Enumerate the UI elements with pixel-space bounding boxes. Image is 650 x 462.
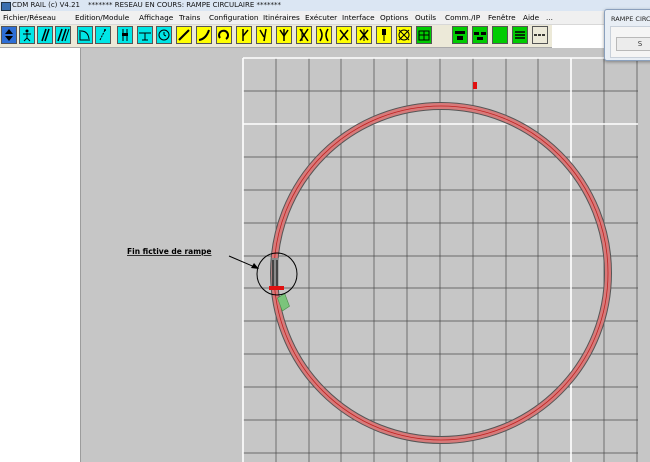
green-module-2-icon [474,32,486,40]
menu-itineraires[interactable]: Itinéraires [263,11,300,24]
loop-track-icon [218,29,230,40]
app-logo-icon [1,2,11,11]
turnout-right-icon [242,29,249,41]
annotation-label: Fin fictive de rampe [127,247,212,256]
green-module-1-button[interactable] [452,26,468,44]
signal-icon [382,29,386,41]
turnout-right-button[interactable] [236,26,252,44]
menu-executer[interactable]: Exécuter [305,11,337,24]
curved-track-button[interactable] [196,26,212,44]
double-slash-icon [57,28,70,42]
building-icon [418,30,430,41]
select-arrows-button[interactable] [1,26,17,44]
toolbar [0,25,552,48]
menu-affichage[interactable]: Affichage [139,11,173,24]
clock-icon [158,29,170,41]
straight-track-icon [178,29,190,41]
straight-track-button[interactable] [176,26,192,44]
green-square-button[interactable] [492,26,508,44]
left-panel [0,48,81,462]
green-square-icon [493,28,507,42]
zigzag-button[interactable] [396,26,412,44]
floating-window-title: RAMPE CIRCULAIRE [611,15,650,23]
floating-window-button[interactable]: S [616,37,650,51]
menu-fenetre[interactable]: Fenêtre [488,11,516,24]
menu-trains[interactable]: Trains [179,11,200,24]
person-icon [23,29,31,42]
signal-button[interactable] [376,26,392,44]
curve-corner-button[interactable] [77,26,93,44]
menu-outils[interactable]: Outils [415,11,436,24]
grid [242,57,638,462]
ramp-end-marker[interactable] [269,286,284,290]
horizontal-block-icon [139,32,151,41]
turnout-left-button[interactable] [256,26,272,44]
green-dashes-icon [534,34,546,36]
floating-window-body: S [610,26,650,58]
curved-track-icon [198,29,210,41]
vertical-signal-button[interactable] [117,26,133,44]
diamond-crossing-button[interactable] [336,26,352,44]
green-dashes-button[interactable] [532,26,548,44]
ramp-track-fill[interactable] [271,103,611,443]
horizontal-block-button[interactable] [137,26,153,44]
double-slash-button[interactable] [55,26,71,44]
green-module-1-icon [455,31,465,40]
menu-bar: Fichier/Réseau Edition/Module Affichage … [0,11,650,25]
building-button[interactable] [416,26,432,44]
green-module-2-button[interactable] [472,26,488,44]
slanted-bars-button[interactable] [37,26,53,44]
green-bars-icon [515,31,525,39]
crossing-button[interactable] [316,26,332,44]
turnout-left-icon [259,28,267,42]
turntable-button[interactable] [356,26,372,44]
menu-options[interactable]: Options [380,11,408,24]
double-slip-button[interactable] [296,26,312,44]
app-title: CDM RAIL (c) V4.21 [12,1,81,9]
three-way-turnout-icon [279,29,289,41]
vertical-signal-icon [122,29,128,41]
menu-interface[interactable]: Interface [342,11,375,24]
green-bars-button[interactable] [512,26,528,44]
loop-track-button[interactable] [216,26,232,44]
crossing-icon [319,28,329,42]
dotted-line-button[interactable] [95,26,111,44]
menu-fichier-reseau[interactable]: Fichier/Réseau [3,11,56,24]
clock-button[interactable] [156,26,172,44]
layout-canvas[interactable]: Fin fictive de rampe [81,48,650,462]
menu-aide[interactable]: Aide [523,11,539,24]
turntable-icon [359,29,369,41]
menu-comm-ip[interactable]: Comm./IP [445,11,480,24]
track-plan-svg[interactable]: Fin fictive de rampe [81,48,650,462]
double-slip-icon [299,28,309,42]
menu-more[interactable]: ... [546,11,553,24]
menu-edition-module[interactable]: Edition/Module [75,11,129,24]
curve-corner-icon [79,30,90,41]
slanted-bars-icon [41,28,50,42]
dotted-line-icon [99,29,106,41]
turntable-icon [398,29,410,41]
rampe-circulaire-window[interactable]: RAMPE CIRCULAIRE S [604,9,650,61]
menu-configuration[interactable]: Configuration [209,11,259,24]
person-tool-button[interactable] [19,26,35,44]
three-way-turnout-button[interactable] [276,26,292,44]
select-arrows-icon [5,29,13,41]
diamond-crossing-icon [339,29,349,41]
top-marker[interactable] [473,82,477,89]
document-title: ******* RESEAU EN COURS: RAMPE CIRCULAIR… [88,1,281,9]
